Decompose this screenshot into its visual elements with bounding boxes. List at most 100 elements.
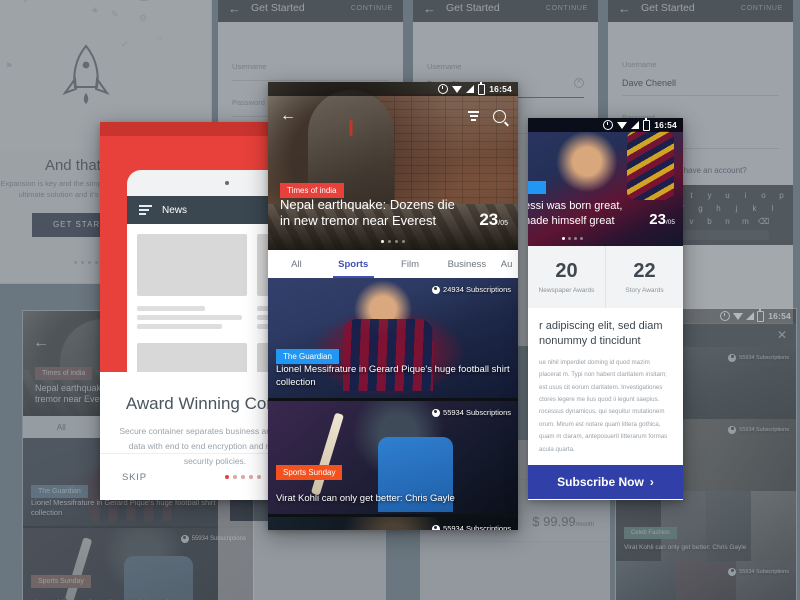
signal-icon — [746, 312, 755, 320]
wifi-icon — [617, 121, 628, 129]
chevron-right-icon: › — [649, 474, 654, 489]
account-icon — [432, 285, 441, 294]
article-detail-card: 16:54 essi was born great, nade himself … — [528, 118, 683, 500]
subscription-count: 24934 Subscriptions — [432, 285, 511, 294]
battery-icon — [757, 308, 765, 322]
subscribe-now-button[interactable]: Subscribe Now › — [528, 464, 683, 499]
hero-headline: Nepal earthquake: Dozens die in new trem… — [280, 196, 455, 229]
account-icon — [180, 535, 189, 543]
screenshot-stage: ✈ 🔍 ✓ ★ ☁ ✎ ⚙ ⚑ ✓ ○ And that's it. Expan… — [0, 0, 800, 600]
article-list: 24934 Subscriptions The Guardian Lionel … — [268, 278, 518, 530]
placeholder-card — [137, 234, 247, 296]
get-started-appbar-3: ← Get Started CONTINUE — [608, 0, 793, 22]
continue-button[interactable]: CONTINUE — [351, 5, 393, 12]
username-label: Username — [232, 62, 267, 71]
stat-value: 22 — [633, 260, 656, 282]
status-time: 16:54 — [654, 120, 677, 130]
article-paragraph: ue nihil imperdiet doming id quod mazim … — [539, 358, 668, 453]
article-source-tag: Celeb Fashion — [624, 527, 677, 539]
username-label: Username — [427, 62, 462, 71]
awards-stats: 20 Newspaper Awards 22 Story Awards — [528, 246, 683, 308]
camera-icon — [224, 181, 229, 185]
status-icons — [720, 308, 765, 322]
article-title: Lionel Messifrature in Gerard Pique's hu… — [31, 497, 216, 517]
hero-source-tag: Times of india — [35, 367, 93, 380]
tab-auto[interactable]: Au — [495, 250, 518, 278]
search-icon[interactable] — [493, 109, 506, 123]
username-label: Username — [622, 60, 657, 69]
subscription-count: 55934 Subscriptions — [432, 524, 511, 530]
stat-story-awards: 22 Story Awards — [605, 246, 683, 308]
hero-pager[interactable] — [562, 237, 583, 240]
article-body: r adipiscing elit, sed diam nonummy d ti… — [528, 308, 683, 456]
hero-headline: essi was born great, nade himself great — [528, 200, 623, 227]
back-arrow-icon[interactable]: ← — [228, 1, 241, 16]
account-icon — [432, 524, 441, 530]
account-icon — [728, 426, 737, 434]
onboarding-pager[interactable] — [224, 475, 261, 479]
battery-icon — [478, 82, 486, 95]
article-source-tag: The Guardian — [31, 485, 88, 498]
get-started-title: Get Started — [251, 2, 305, 14]
close-icon[interactable]: ✕ — [777, 328, 787, 342]
placeholder-lines — [137, 306, 247, 333]
wifi-icon — [452, 85, 463, 93]
plan-price: $ 99.99/month — [532, 514, 594, 529]
article-heading: r adipiscing elit, sed diam nonummy d ti… — [539, 320, 663, 347]
hero-source-tag — [528, 181, 546, 194]
tab-sports[interactable]: Sports — [325, 250, 382, 278]
article-source-tag: Sports Sunday — [31, 575, 91, 588]
tab-all[interactable]: All — [23, 423, 100, 432]
skip-button[interactable]: SKIP — [122, 472, 147, 483]
hamburger-icon[interactable] — [139, 205, 152, 215]
subscription-count: 55934 Subscriptions — [728, 354, 789, 362]
filter-icon[interactable] — [468, 111, 479, 121]
center-status-bar: 16:54 — [268, 82, 518, 96]
signal-icon — [631, 121, 640, 129]
center-hero: 16:54 ← Times of india Nepal earthquake:… — [268, 82, 518, 250]
stat-label: Newspaper Awards — [538, 287, 595, 294]
article-title: Lionel Messifrature in Gerard Pique's hu… — [276, 364, 510, 389]
hero-pager[interactable] — [381, 240, 405, 243]
alarm-icon — [603, 120, 614, 130]
account-icon — [728, 354, 737, 362]
get-started-appbar-2: ← Get Started CONTINUE — [413, 0, 598, 22]
center-nav-row: ← — [268, 104, 518, 128]
continue-button[interactable]: CONTINUE — [546, 5, 588, 12]
hero-source-tag: Times of india — [280, 183, 344, 198]
account-icon — [432, 408, 441, 417]
username-input[interactable]: Dave Chenell — [622, 78, 779, 88]
alarm-icon — [720, 311, 731, 321]
clear-icon[interactable]: ✕ — [574, 78, 584, 88]
back-arrow-icon[interactable]: ← — [33, 335, 49, 351]
continue-button[interactable]: CONTINUE — [741, 5, 783, 12]
right-status-bar: 16:54 — [528, 118, 683, 132]
get-started-title: Get Started — [641, 2, 695, 14]
get-started-title: Get Started — [446, 2, 500, 14]
back-arrow-icon[interactable]: ← — [280, 108, 296, 124]
article-source-tag: Sports Sunday — [276, 465, 343, 480]
back-arrow-icon[interactable]: ← — [423, 1, 436, 16]
tab-film[interactable]: Film — [382, 250, 439, 278]
news-list-card: 16:54 ← Times of india Nepal earthquake:… — [268, 82, 518, 530]
category-tabs[interactable]: All Sports Film Business Au — [268, 250, 518, 278]
article-card[interactable]: 24934 Subscriptions The Guardian Lionel … — [268, 278, 518, 398]
status-time: 16:54 — [489, 84, 512, 94]
app-name: News — [162, 204, 188, 216]
search-result-item[interactable]: Celeb Fashion Virat Kohli can only get b… — [616, 491, 796, 561]
alarm-icon — [438, 84, 449, 94]
back-arrow-icon[interactable]: ← — [618, 1, 631, 16]
rocket-icon — [62, 44, 110, 104]
article-card[interactable]: 55934 Subscriptions — [268, 517, 518, 530]
status-time: 16:54 — [768, 311, 791, 321]
tab-business[interactable]: Business — [438, 250, 495, 278]
article-title: Virat Kohli can only get better: Chris G… — [624, 544, 747, 552]
article-card[interactable]: 55934 Subscriptions Sports Sunday Virat … — [268, 401, 518, 514]
search-result-item[interactable]: 55934 Subscriptions — [616, 561, 796, 600]
wifi-icon — [733, 312, 744, 320]
stat-label: Story Awards — [625, 287, 664, 294]
account-icon — [728, 568, 737, 576]
get-started-appbar-1: ← Get Started CONTINUE — [218, 0, 403, 22]
tab-all[interactable]: All — [268, 250, 325, 278]
backspace-icon: ⌫ — [757, 217, 770, 226]
